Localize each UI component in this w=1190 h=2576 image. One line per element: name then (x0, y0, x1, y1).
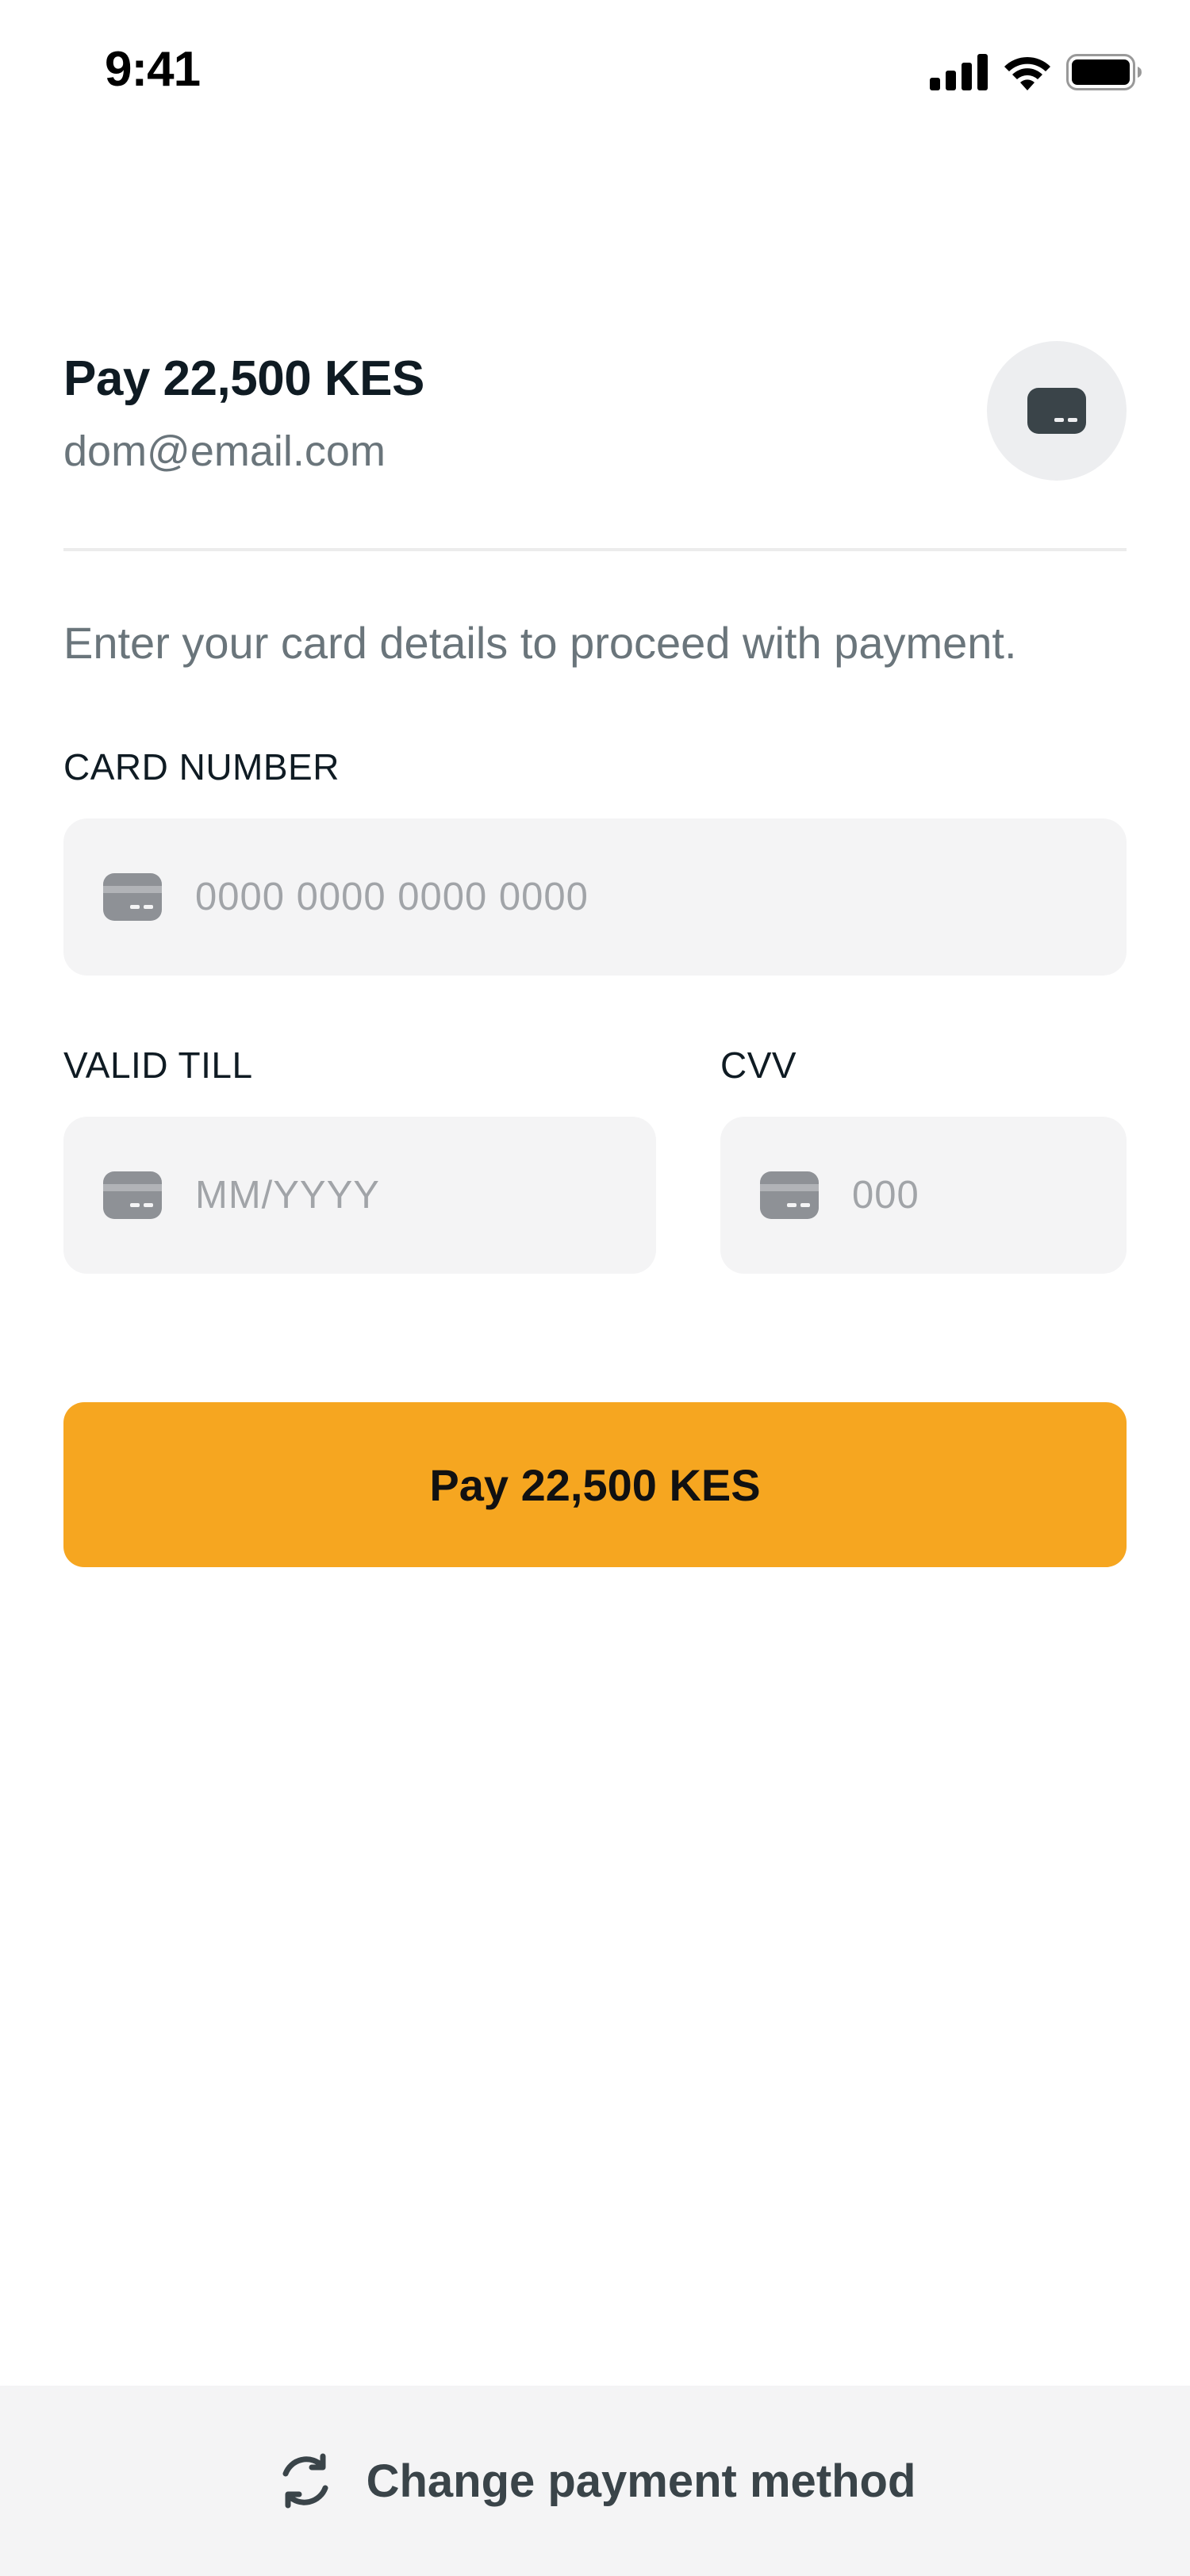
change-payment-method-label: Change payment method (366, 2455, 916, 2507)
cellular-signal-icon (930, 54, 988, 90)
credit-card-icon (760, 1171, 819, 1219)
credit-card-icon (103, 1171, 162, 1219)
card-method-badge (987, 341, 1127, 481)
divider (63, 548, 1127, 551)
status-icons (930, 54, 1142, 90)
cvv-input[interactable]: 000 (852, 1173, 919, 1217)
payment-header: Pay 22,500 KES dom@email.com (63, 341, 1127, 484)
valid-till-label: VALID TILL (63, 1045, 253, 1086)
card-number-input[interactable]: 0000 0000 0000 0000 (195, 875, 589, 919)
cvv-label: CVV (720, 1045, 797, 1086)
card-number-field[interactable]: 0000 0000 0000 0000 (63, 818, 1127, 976)
wifi-icon (1004, 56, 1050, 90)
credit-card-icon (1027, 388, 1086, 434)
cvv-field[interactable]: 000 (720, 1117, 1127, 1274)
credit-card-icon (103, 873, 162, 921)
valid-till-field[interactable]: MM/YYYY (63, 1117, 656, 1274)
card-number-label: CARD NUMBER (63, 746, 340, 788)
status-time: 9:41 (105, 42, 201, 97)
pay-button[interactable]: Pay 22,500 KES (63, 1402, 1127, 1567)
status-bar: 9:41 (0, 0, 1190, 143)
payer-email: dom@email.com (63, 427, 386, 475)
payment-amount-title: Pay 22,500 KES (63, 351, 424, 406)
instructions-text: Enter your card details to proceed with … (63, 618, 1017, 668)
expiry-date-input[interactable]: MM/YYYY (195, 1173, 380, 1217)
change-payment-method-button[interactable]: Change payment method (0, 2386, 1190, 2576)
refresh-icon (282, 2453, 328, 2509)
battery-icon (1066, 54, 1142, 90)
